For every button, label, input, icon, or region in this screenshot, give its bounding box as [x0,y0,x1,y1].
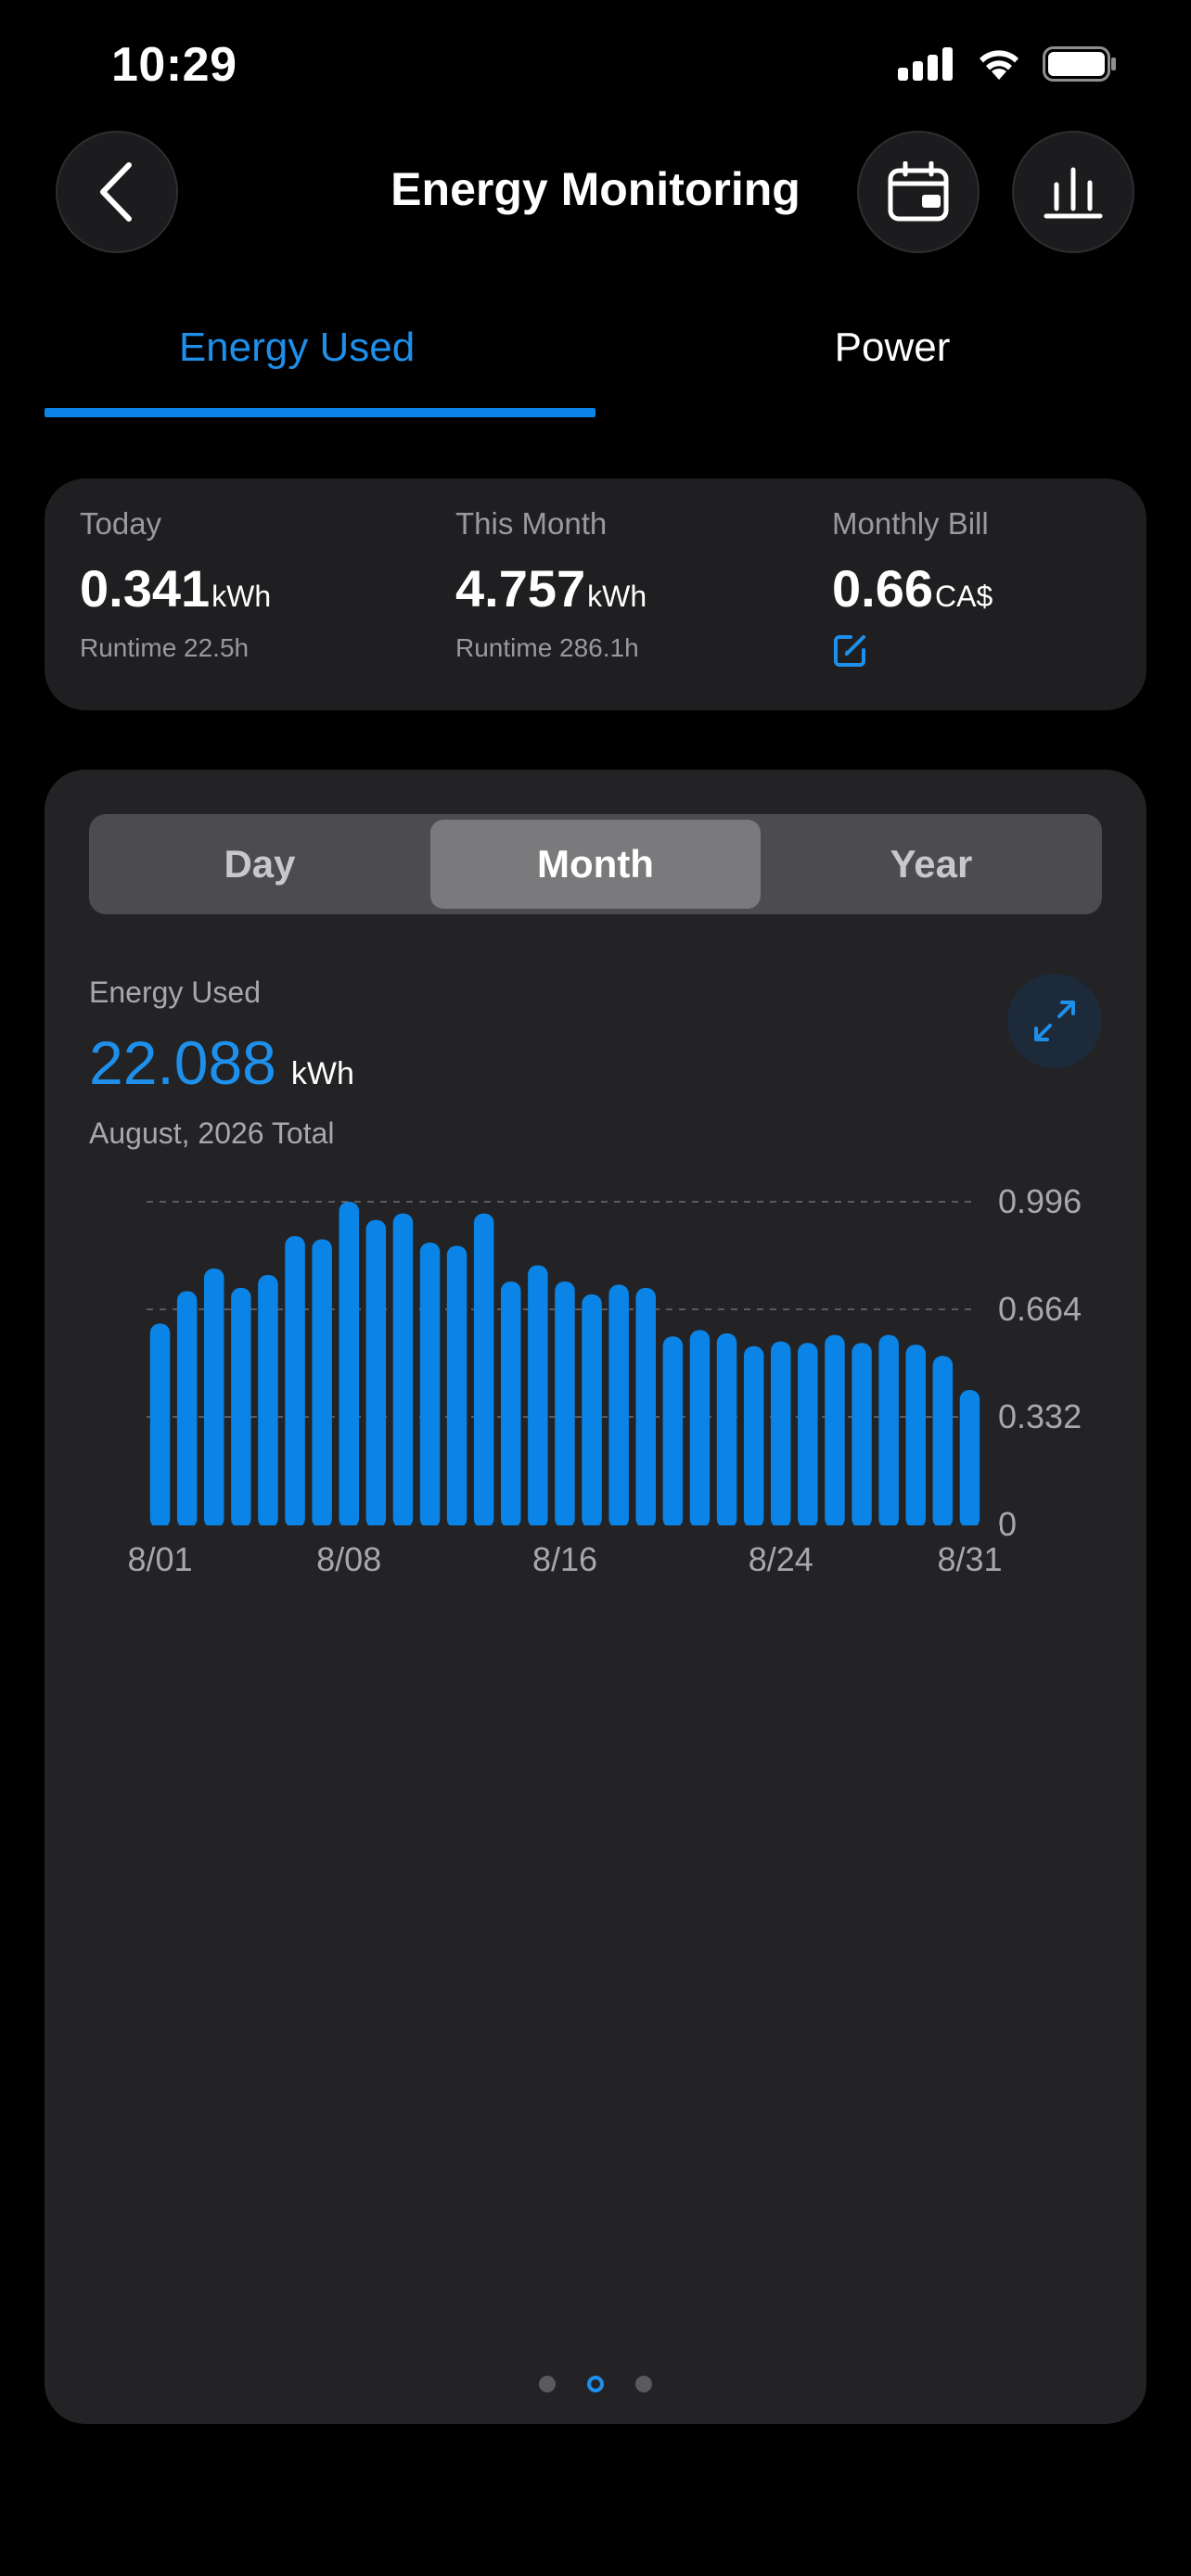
edit-icon [834,635,865,667]
chart-bar-8/30[interactable] [932,1356,954,1528]
chart-card: Day Month Year Energy Used 22.088 kWh Aug… [45,770,1146,2424]
x-tick-label: 8/16 [532,1540,597,1578]
month-runtime: Runtime 286.1h [455,633,639,662]
chart-bar-8/15[interactable] [528,1265,548,1529]
active-tab-indicator [45,408,596,417]
segment-month[interactable]: Month [430,820,761,909]
today-value: 0.341kWh [80,558,271,618]
today-unit: kWh [211,580,272,613]
energy-period: August, 2026 Total [89,1116,335,1150]
statistics-button[interactable] [1012,131,1134,253]
energy-used-label: Energy Used [89,976,261,1009]
month-summary: This Month 4.757kWh Runtime 286.1h [455,506,647,663]
month-number: 4.757 [455,559,586,618]
x-tick-label: 8/01 [127,1540,192,1578]
status-time: 10:29 [111,38,237,92]
chart-bar-8/31[interactable] [959,1390,980,1528]
chart-bar-8/13[interactable] [473,1213,494,1528]
calendar-icon [888,161,949,222]
today-label: Today [80,506,162,541]
segment-day[interactable]: Day [95,820,425,909]
bill-summary: Monthly Bill 0.66CA$ [832,506,992,673]
chart-bar-8/23[interactable] [743,1345,764,1528]
x-tick-label: 8/08 [316,1540,381,1578]
chart-bar-8/27[interactable] [852,1343,872,1528]
bill-unit: CA$ [935,580,993,613]
chart-baseline [137,1525,1000,1537]
chart-bar-8/09[interactable] [365,1219,387,1528]
y-tick-label: 0.332 [998,1397,1082,1435]
today-number: 0.341 [80,559,211,618]
battery-icon [1043,46,1116,82]
chart-bar-8/06[interactable] [285,1236,305,1528]
chart-bar-8/19[interactable] [635,1287,657,1528]
summary-card: Today 0.341kWh Runtime 22.5h This Month … [45,478,1146,710]
chart-bar-8/29[interactable] [905,1345,927,1528]
x-tick-label: 8/24 [749,1540,813,1578]
tab-energy-used[interactable]: Energy Used [37,325,557,371]
page-dot[interactable] [539,2376,556,2392]
chart-bar-8/24[interactable] [771,1341,791,1528]
today-runtime: Runtime 22.5h [80,633,250,662]
chart-bar-8/17[interactable] [582,1294,602,1528]
chart-bar-8/22[interactable] [716,1333,737,1528]
status-icons [898,46,1117,82]
expand-icon [1034,1001,1075,1041]
expand-chart-button[interactable] [1007,974,1102,1068]
y-tick-label: 0 [998,1505,1017,1543]
chart-bar-8/20[interactable] [662,1336,684,1528]
chart-bar-8/26[interactable] [825,1334,845,1528]
wifi-icon [980,50,1018,80]
page-dot[interactable] [635,2376,652,2392]
chart-bar-8/02[interactable] [176,1291,198,1528]
energy-total-value: 22.088 [89,1028,276,1097]
energy-bar-chart: 0 0.332 0.664 0.996 8/01 8/08 8/16 8/24 8/31 [127,1182,1082,1578]
segment-year[interactable]: Year [766,820,1096,909]
bill-value: 0.66CA$ [832,558,992,618]
chart-bar-8/01[interactable] [149,1323,171,1528]
y-tick-label: 0.664 [998,1290,1082,1328]
chart-bar-8/16[interactable] [555,1282,575,1528]
chart-bar-8/21[interactable] [689,1330,711,1528]
y-tick-label: 0.996 [998,1182,1082,1220]
chart-bar-8/12[interactable] [446,1245,467,1529]
month-unit: kWh [587,580,647,613]
cellular-signal-icon [898,47,953,81]
chart-bar-8/04[interactable] [231,1287,251,1528]
bill-number: 0.66 [832,559,933,618]
chart-bar-8/18[interactable] [608,1284,629,1528]
month-label: This Month [455,506,608,541]
chart-bar-8/10[interactable] [392,1213,414,1528]
today-summary: Today 0.341kWh Runtime 22.5h [80,506,271,663]
edit-bill-button[interactable] [832,631,992,673]
chart-bar-8/05[interactable] [258,1275,278,1528]
page-dot-active[interactable] [587,2376,604,2392]
chart-bar-8/14[interactable] [501,1282,521,1528]
tab-power[interactable]: Power [633,325,1152,371]
chart-bar-8/03[interactable] [204,1269,224,1528]
energy-total-unit: kWh [290,1056,354,1091]
energy-total: 22.088 kWh [89,1027,354,1098]
calendar-button[interactable] [857,131,980,253]
chart-bar-8/08[interactable] [339,1202,360,1528]
chart-bar-8/25[interactable] [798,1343,818,1528]
bar-chart-icon [1044,167,1103,219]
bill-label: Monthly Bill [832,506,989,541]
chart-bar-8/28[interactable] [878,1334,899,1528]
period-segmented-control: Day Month Year [89,814,1102,914]
page-indicator [45,2376,1146,2392]
chart-bar-8/07[interactable] [312,1239,332,1529]
x-tick-label: 8/31 [937,1540,1002,1578]
month-value: 4.757kWh [455,558,647,618]
chart-bar-8/11[interactable] [419,1243,441,1528]
